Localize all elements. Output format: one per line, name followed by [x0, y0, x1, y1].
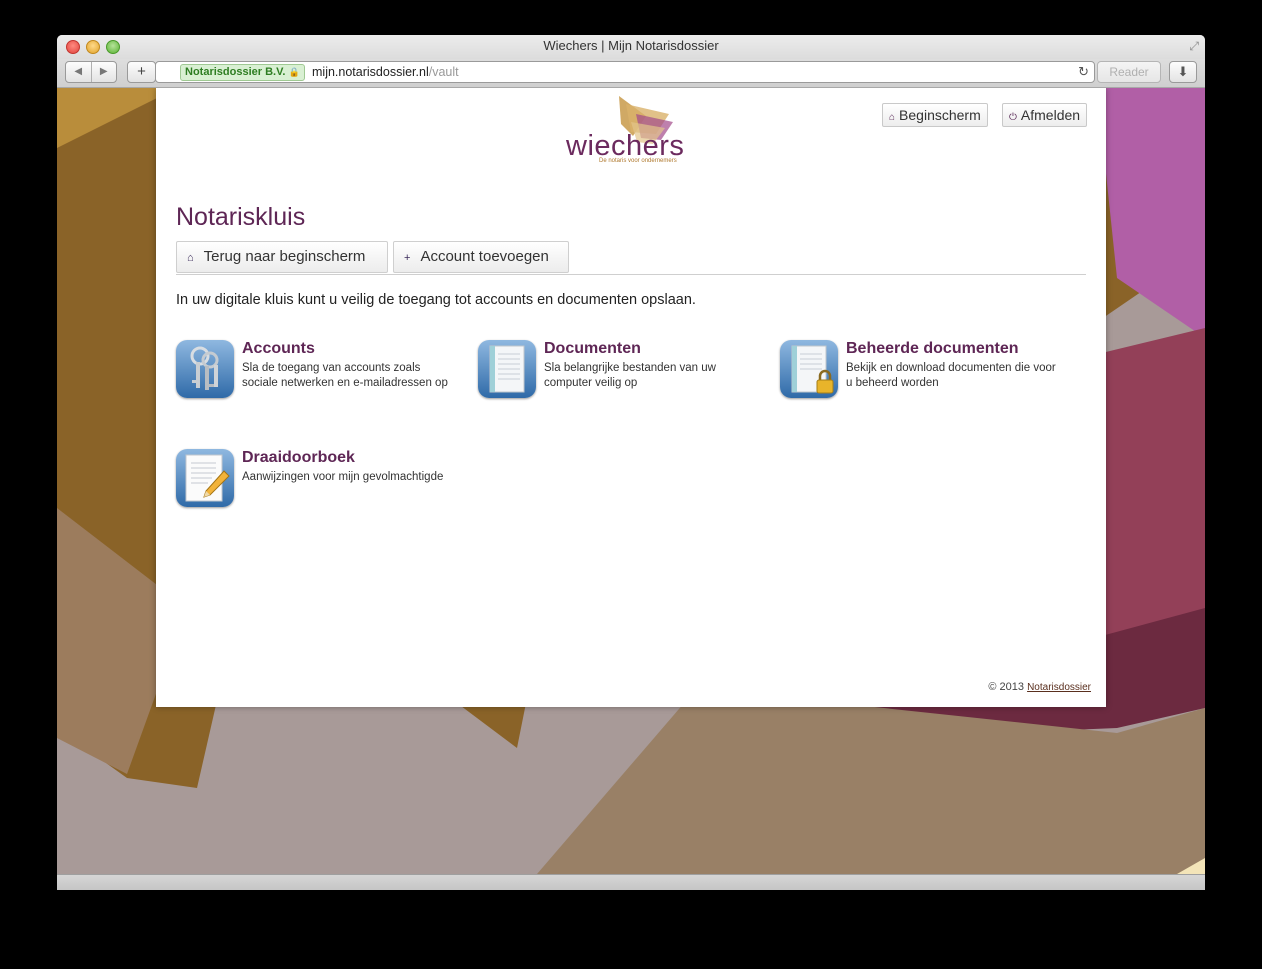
tile-title[interactable]: Draaidoorboek: [242, 449, 355, 467]
home-button-label: Beginscherm: [899, 107, 981, 123]
back-to-home-label: Terug naar beginscherm: [203, 248, 366, 265]
back-arrow-icon[interactable]: ◀: [66, 62, 92, 82]
page-viewport: wiechers De notaris voor ondernemers ⌂ Be…: [57, 88, 1205, 874]
home-icon: ⌂: [187, 252, 194, 264]
tile-description: Sla de toegang van accounts zoals social…: [242, 362, 448, 389]
lock-icon: 🔒: [288, 67, 300, 77]
browser-window: Wiechers | Mijn Notarisdossier ⤢ ◀ ▶ + N…: [57, 35, 1205, 890]
keys-icon[interactable]: [176, 340, 234, 398]
browser-toolbar: ◀ ▶ + Notarisdossier B.V. 🔒 mijn.notaris…: [57, 59, 1205, 88]
address-bar[interactable]: Notarisdossier B.V. 🔒 mijn.notarisdossie…: [155, 61, 1095, 83]
add-account-button[interactable]: + Account toevoegen: [393, 241, 569, 273]
footer: © 2013 Notarisdossier: [988, 681, 1091, 693]
tile-title[interactable]: Beheerde documenten: [846, 340, 1018, 358]
ev-certificate-badge[interactable]: Notarisdossier B.V. 🔒: [180, 64, 305, 81]
window-title: Wiechers | Mijn Notarisdossier: [543, 38, 719, 53]
new-tab-button[interactable]: +: [127, 61, 156, 83]
divider: [176, 274, 1086, 275]
vault-page: wiechers De notaris voor ondernemers ⌂ Be…: [156, 88, 1106, 707]
tile-description: Bekijk en download documenten die voor u…: [846, 362, 1056, 389]
reader-button[interactable]: Reader: [1097, 61, 1161, 83]
tile-documents[interactable]: Documenten Sla belangrijke bestanden van…: [478, 340, 758, 404]
ev-certificate-name: Notarisdossier B.V.: [185, 66, 286, 78]
copyright-text: © 2013: [988, 681, 1025, 693]
tile-managed-documents[interactable]: Beheerde documenten Bekijk en download d…: [780, 340, 1060, 404]
plus-icon: +: [404, 252, 411, 264]
footer-link[interactable]: Notarisdossier: [1027, 682, 1091, 693]
tile-accounts[interactable]: Accounts Sla de toegang van accounts zoa…: [176, 340, 456, 404]
status-bar: [57, 874, 1205, 890]
fullscreen-icon[interactable]: ⤢: [1189, 39, 1199, 54]
home-button[interactable]: ⌂ Beginscherm: [882, 103, 988, 127]
tile-title[interactable]: Accounts: [242, 340, 315, 358]
add-account-label: Account toevoegen: [420, 248, 549, 265]
document-icon[interactable]: [478, 340, 536, 398]
url-text[interactable]: mijn.notarisdossier.nl/vault: [312, 62, 459, 82]
power-icon: ⏻: [1009, 112, 1017, 123]
downloads-icon[interactable]: ⬇: [1169, 61, 1197, 83]
logout-button[interactable]: ⏻ Afmelden: [1002, 103, 1088, 127]
intro-text: In uw digitale kluis kunt u veilig de to…: [176, 292, 696, 308]
tile-description: Sla belangrijke bestanden van uw compute…: [544, 362, 716, 389]
title-bar: Wiechers | Mijn Notarisdossier ⤢: [57, 35, 1205, 59]
page-title: Notariskluis: [176, 203, 306, 231]
back-to-home-button[interactable]: ⌂ Terug naar beginscherm: [176, 241, 388, 273]
tile-description: Aanwijzingen voor mijn gevolmachtigde: [242, 471, 444, 483]
reload-icon[interactable]: ↻: [1078, 62, 1089, 82]
url-host: mijn.notarisdossier.nl: [312, 65, 429, 79]
logout-button-label: Afmelden: [1020, 107, 1081, 123]
home-icon: ⌂: [889, 112, 896, 123]
navigation-buttons: ◀ ▶: [65, 61, 117, 83]
locked-document-icon[interactable]: [780, 340, 838, 398]
tile-title[interactable]: Documenten: [544, 340, 641, 358]
tile-notebook[interactable]: Draaidoorboek Aanwijzingen voor mijn gev…: [176, 449, 456, 513]
url-path: /vault: [428, 65, 459, 79]
logo-tagline: De notaris voor ondernemers: [599, 158, 677, 164]
forward-arrow-icon[interactable]: ▶: [92, 62, 117, 82]
notebook-pencil-icon[interactable]: [176, 449, 234, 507]
